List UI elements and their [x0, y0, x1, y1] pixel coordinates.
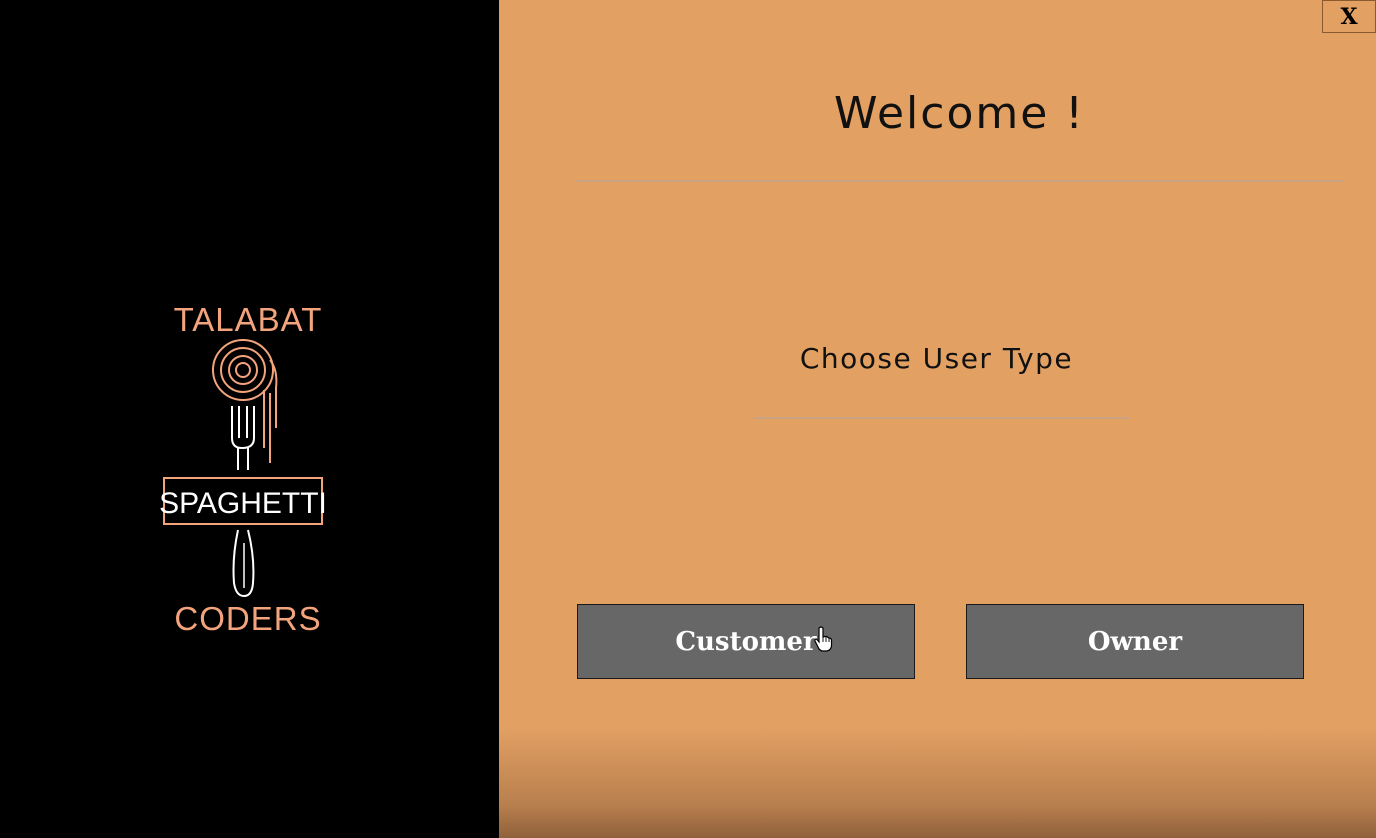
talabat-logo: TALABAT SPAGHETTI CODERS	[160, 301, 327, 637]
bottom-gradient	[499, 728, 1376, 838]
subtitle-divider	[754, 417, 1130, 419]
close-button[interactable]: X	[1322, 0, 1376, 33]
hand-cursor-icon	[814, 626, 833, 652]
fork-icon	[231, 406, 255, 470]
logo-text-bottom: CODERS	[174, 600, 321, 637]
customer-button[interactable]: Customer	[577, 604, 915, 679]
spaghetti-swirl-icon	[212, 339, 278, 463]
title-divider	[576, 180, 1343, 182]
owner-button[interactable]: Owner	[966, 604, 1304, 679]
page-title: Welcome !	[834, 88, 1085, 139]
main-panel: X Welcome ! Choose User Type Customer Ow…	[499, 0, 1376, 838]
app-window: TALABAT SPAGHETTI CODERS X Welcome ! Cho…	[0, 0, 1376, 838]
logo-text-top: TALABAT	[174, 301, 323, 338]
choose-user-type-label: Choose User Type	[799, 342, 1074, 375]
logo-panel: TALABAT SPAGHETTI CODERS	[0, 0, 499, 838]
logo-text-middle: SPAGHETTI	[160, 487, 327, 520]
